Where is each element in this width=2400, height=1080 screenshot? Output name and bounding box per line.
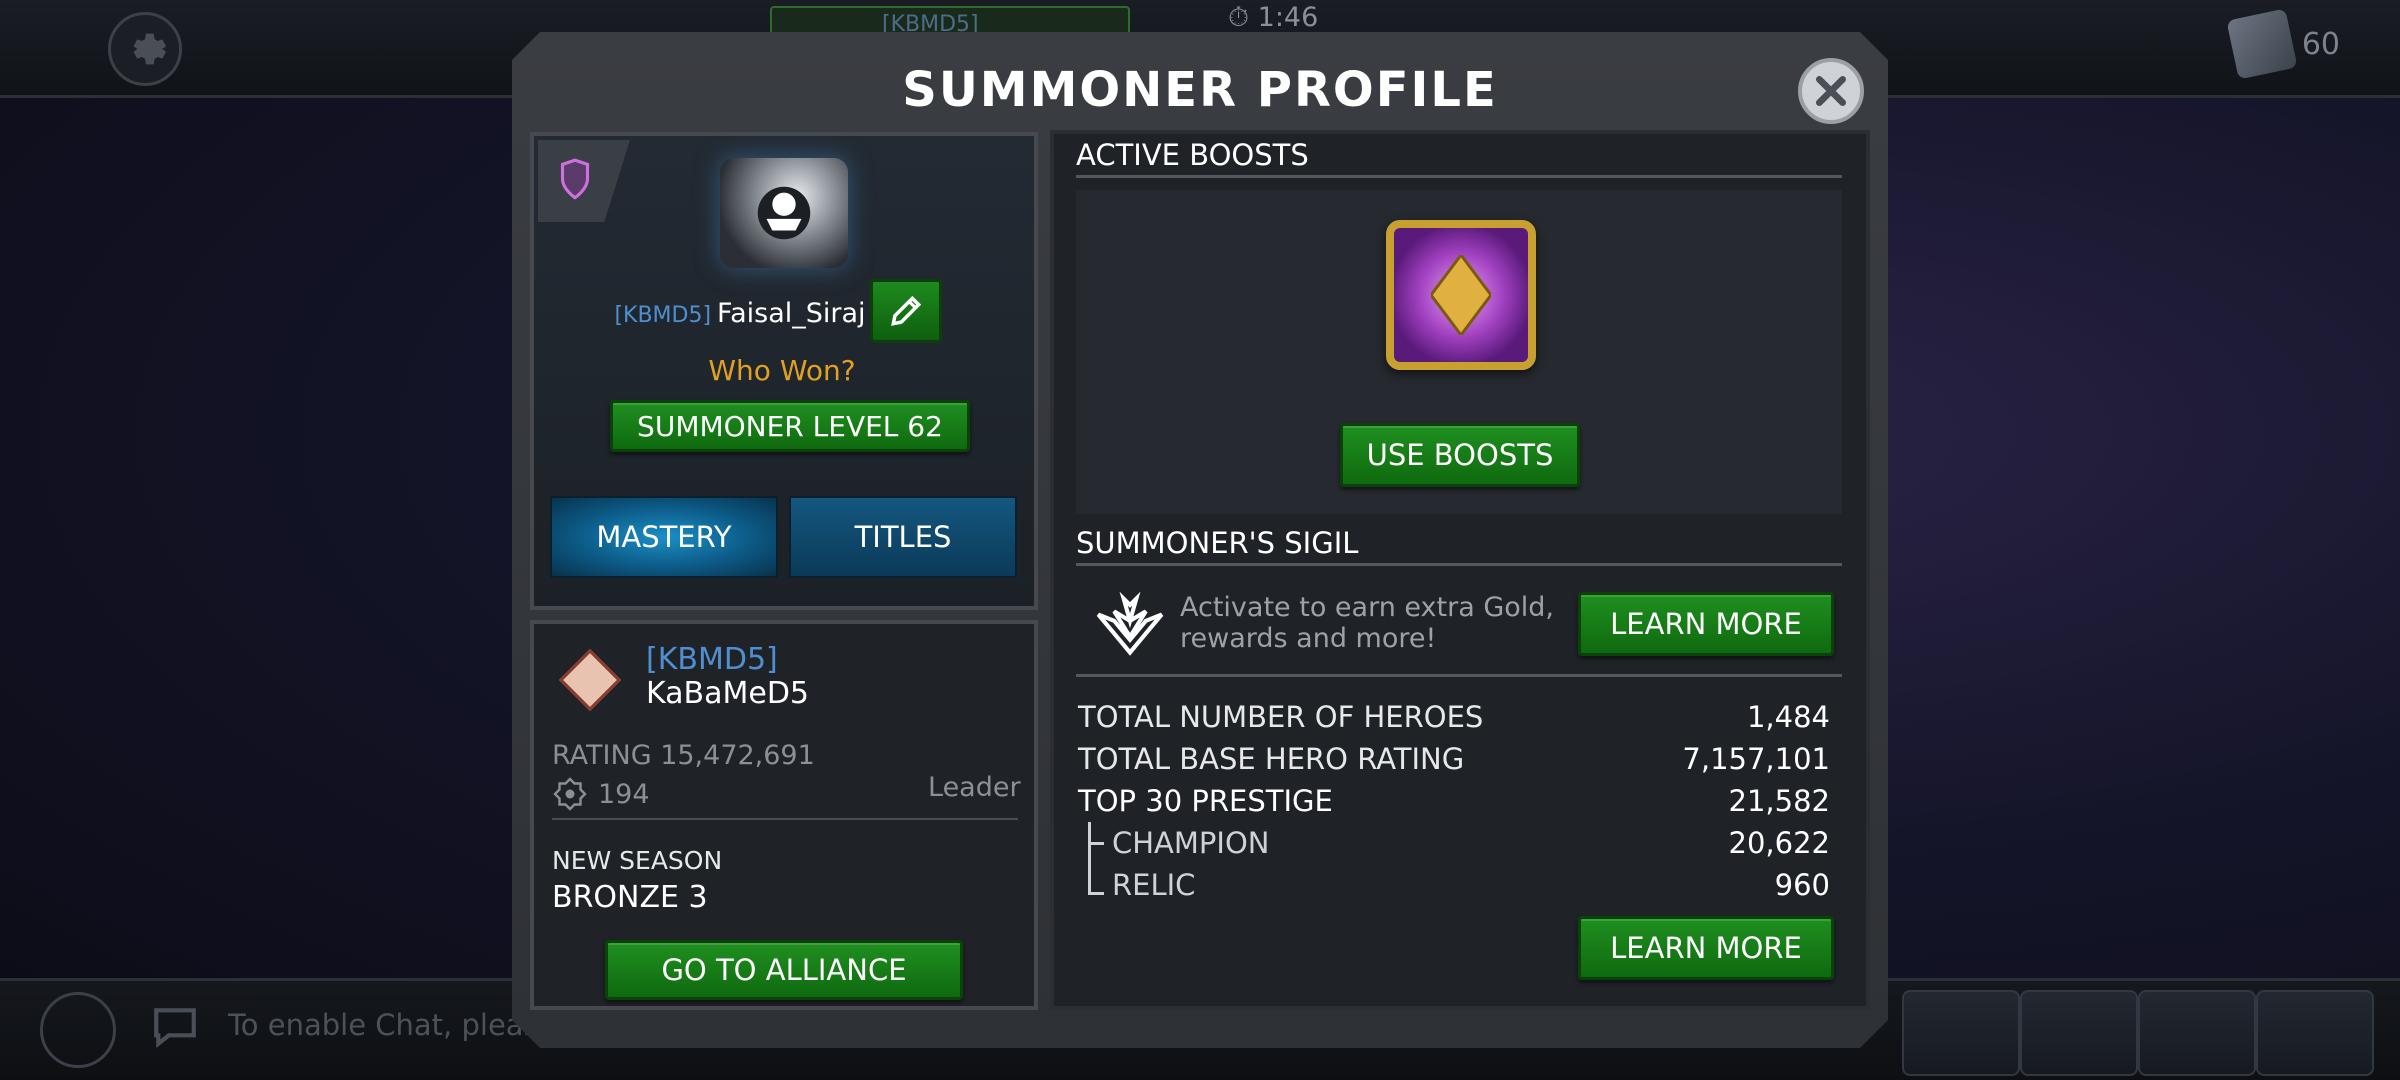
alliance-divider [552,818,1018,820]
tab-titles[interactable]: TITLES [789,496,1017,578]
alliance-name: KaBaMeD5 [646,676,810,711]
boost-item-icon[interactable] [1386,220,1536,370]
stat-label: TOP 30 PRESTIGE [1078,784,1333,818]
stat-value: 7,157,101 [1682,742,1830,776]
go-to-alliance-button[interactable]: GO TO ALLIANCE [605,940,963,1000]
timer-readout: ⏱ 1:46 [1228,2,1319,33]
clipboard-slot-icon[interactable] [2138,990,2256,1076]
stat-row-top30-prestige: TOP 30 PRESTIGE 21,582 [1078,784,1830,818]
stat-label: CHAMPION [1112,826,1270,860]
boosts-divider [1076,175,1842,178]
stat-value: 1,484 [1746,700,1830,734]
stat-label: TOTAL BASE HERO RATING [1078,742,1465,776]
summoner-title: Who Won? [708,354,856,387]
chat-bubble-icon[interactable] [150,1002,200,1056]
close-button[interactable] [1798,58,1864,124]
summoner-level-button[interactable]: SUMMONER LEVEL 62 [610,400,970,452]
stat-label: RELIC [1112,868,1196,902]
season-value: BRONZE 3 [552,880,708,915]
alliance-role: Leader [928,772,1021,803]
symbiote-face-icon [757,186,811,240]
season-label: NEW SEASON [552,846,723,875]
sigil-icon [1092,591,1168,660]
summoner-tag: [KBMD5] [614,303,712,328]
summoner-avatar[interactable] [720,158,848,268]
settings-gear-icon[interactable] [108,12,182,86]
crate-slot-icon[interactable] [1902,990,2020,1076]
use-boosts-button[interactable]: USE BOOSTS [1340,423,1580,487]
alliance-members: 194 [552,776,650,812]
stats-divider [1076,674,1842,677]
close-icon [1816,76,1846,106]
edit-name-button[interactable] [870,279,942,343]
stat-row-base-rating: TOTAL BASE HERO RATING 7,157,101 [1078,742,1830,776]
summoner-name: Faisal_Siraj [717,298,866,329]
units-count: 60 [2301,26,2340,62]
alliance-rating: RATING 15,472,691 [552,740,815,771]
checkmark-slot-icon[interactable] [2256,990,2374,1076]
sigil-description: Activate to earn extra Gold, rewards and… [1180,592,1554,654]
stat-label: TOTAL NUMBER OF HEROES [1078,700,1484,734]
stats-learn-more-button[interactable]: LEARN MORE [1578,916,1834,980]
members-count: 194 [598,778,650,810]
stat-row-champion: CHAMPION 20,622 [1078,826,1830,860]
ticket-slot-icon[interactable] [2020,990,2138,1076]
rank-shield-icon [560,158,590,200]
units-counter[interactable]: 60 [2226,8,2340,80]
dialog-title: SUMMONER PROFILE [902,62,1498,118]
members-badge-icon [553,777,587,811]
stat-value: 960 [1774,868,1830,902]
units-card-icon [2226,8,2298,80]
chat-friends-icon[interactable] [40,992,116,1068]
stat-value: 20,622 [1728,826,1830,860]
stat-value: 21,582 [1728,784,1830,818]
sigil-title: SUMMONER'S SIGIL [1076,526,1359,560]
sigil-learn-more-button[interactable]: LEARN MORE [1578,592,1834,656]
pencil-icon [891,295,922,326]
stat-row-relic: RELIC 960 [1078,868,1830,902]
alliance-tag: [KBMD5] [646,642,778,677]
gold-diamond-icon [1431,255,1491,335]
stat-row-heroes: TOTAL NUMBER OF HEROES 1,484 [1078,700,1830,734]
active-boosts-title: ACTIVE BOOSTS [1076,138,1309,172]
tab-mastery[interactable]: MASTERY [550,496,778,578]
sigil-divider [1076,563,1842,566]
chat-placeholder: To enable Chat, please [228,1008,557,1042]
